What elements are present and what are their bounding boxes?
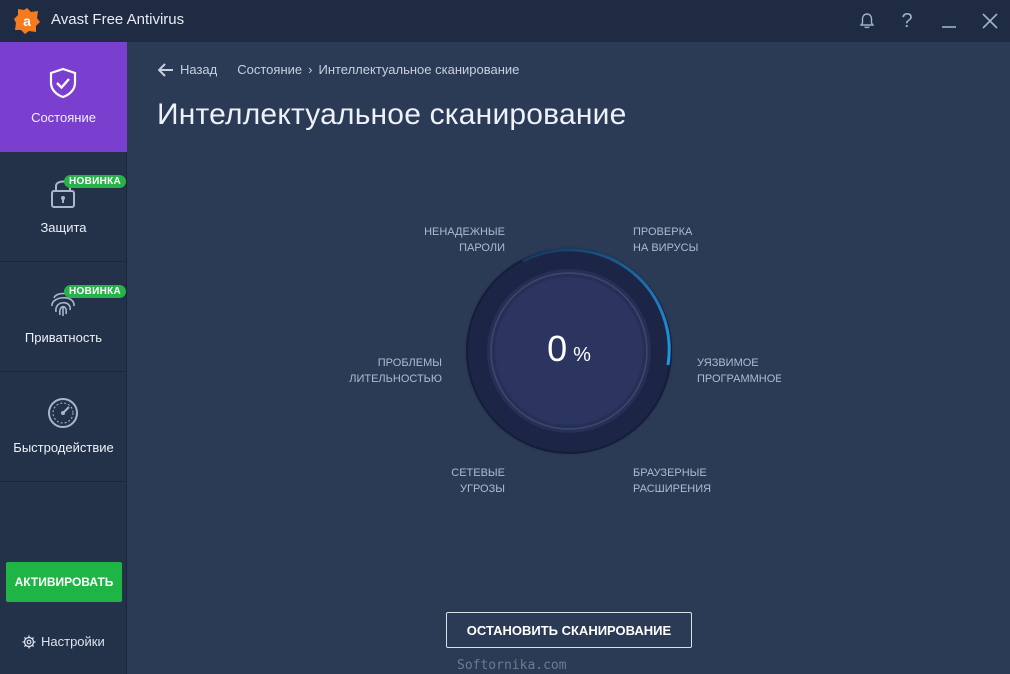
avast-logo-icon: a <box>14 8 40 34</box>
scan-item-network-threats: СЕТЕВЫЕ УГРОЗЫ <box>405 465 505 497</box>
sidebar-item-label: Приватность <box>24 330 103 345</box>
help-icon[interactable]: ? <box>894 8 920 34</box>
activate-button[interactable]: АКТИВИРОВАТЬ <box>6 562 122 602</box>
back-button[interactable]: Назад <box>158 62 217 77</box>
scan-item-vulnerable-software: УЯЗВИМОЕ ПРОГРАММНОЕ О <box>697 355 781 387</box>
settings-label: Настройки <box>41 634 105 649</box>
progress-percent: 0% <box>463 328 675 370</box>
scan-item-line: ЛИТЕЛЬНОСТЬЮ <box>349 373 442 385</box>
sidebar-item-performance[interactable]: Быстродействие <box>0 372 127 482</box>
scan-item-line: ПРОБЛЕМЫ <box>377 357 442 369</box>
settings-link[interactable]: Настройки <box>22 634 105 649</box>
arrow-left-icon <box>158 62 173 77</box>
shield-check-icon <box>49 67 77 99</box>
breadcrumb-separator: › <box>308 62 313 77</box>
app-title: Avast Free Antivirus <box>51 11 185 28</box>
breadcrumb-parent[interactable]: Состояние <box>237 62 302 77</box>
sidebar-item-label: Состояние <box>31 110 96 125</box>
scan-item-line: ПРОВЕРКА <box>633 226 693 238</box>
watermark: Softornika.com <box>457 658 567 673</box>
progress-value: 0 <box>547 328 568 369</box>
breadcrumb-current: Интеллектуальное сканирование <box>318 62 520 77</box>
minimize-icon[interactable] <box>936 8 962 34</box>
sidebar-item-protection[interactable]: Защита <box>0 152 127 262</box>
page-title: Интеллектуальное сканирование <box>157 98 627 131</box>
scan-item-line: ПРОГРАММНОЕ О <box>697 373 781 385</box>
stop-scan-button[interactable]: ОСТАНОВИТЬ СКАНИРОВАНИЕ <box>446 612 692 648</box>
scan-item-line: РАСШИРЕНИЯ <box>633 483 712 495</box>
gear-icon <box>22 635 36 648</box>
scan-item-line: СЕТЕВЫЕ <box>451 467 505 479</box>
logo-letter: a <box>23 13 31 29</box>
progress-symbol: % <box>573 344 591 366</box>
scan-item-performance-issues: ПРОБЛЕМЫ ЛИТЕЛЬНОСТЬЮ <box>342 355 442 387</box>
title-bar: a Avast Free Antivirus ? <box>0 0 1010 42</box>
speedometer-icon <box>48 398 78 428</box>
new-badge: НОВИНКА <box>64 175 127 188</box>
sidebar-item-label: Быстродействие <box>13 440 114 455</box>
breadcrumb: Назад Состояние › Интеллектуальное скани… <box>158 62 519 77</box>
back-label: Назад <box>180 62 218 77</box>
bell-icon[interactable] <box>854 8 880 34</box>
scan-item-line: УЯЗВИМОЕ <box>697 357 759 369</box>
close-icon[interactable] <box>977 8 1003 34</box>
new-badge: НОВИНКА <box>64 285 127 298</box>
sidebar-item-status[interactable]: Состояние <box>0 42 127 152</box>
scan-item-line: УГРОЗЫ <box>460 483 505 495</box>
sidebar: Состояние Защита НОВИНКА Приватность НОВ… <box>0 42 127 674</box>
sidebar-item-privacy[interactable]: Приватность <box>0 262 127 372</box>
sidebar-item-label: Защита <box>40 220 87 235</box>
scan-item-line: НЕНАДЕЖНЫЕ <box>424 226 505 238</box>
scan-item-browser-extensions: БРАУЗЕРНЫЕ РАСШИРЕНИЯ <box>633 465 711 497</box>
scan-item-line: БРАУЗЕРНЫЕ <box>633 467 707 479</box>
